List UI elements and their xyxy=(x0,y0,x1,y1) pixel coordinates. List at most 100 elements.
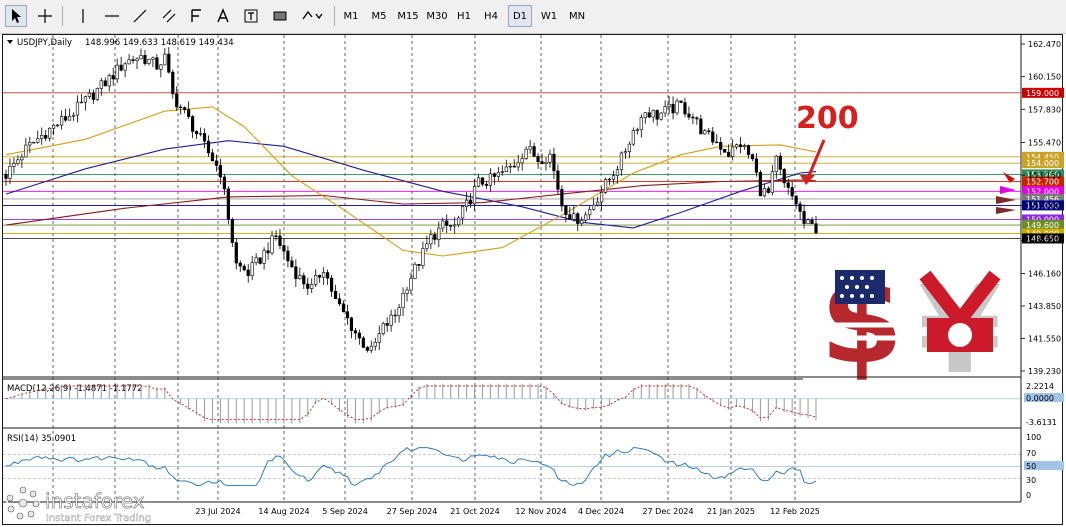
candle-body xyxy=(306,283,310,289)
candle-body xyxy=(345,311,350,319)
date-label: 14 Aug 2024 xyxy=(258,507,309,516)
candle-body xyxy=(476,177,481,187)
candle-body xyxy=(425,243,429,249)
candle-body xyxy=(67,116,72,121)
candle-body xyxy=(647,112,651,118)
candle-body xyxy=(278,235,282,246)
candle-body xyxy=(433,234,437,240)
candle-body xyxy=(24,144,28,158)
candle-body xyxy=(659,112,663,120)
candle-body xyxy=(715,141,719,144)
candle-body xyxy=(95,88,99,100)
candle-body xyxy=(786,182,790,188)
candle-body xyxy=(572,213,576,220)
candle-body xyxy=(508,165,512,168)
candle-body xyxy=(242,265,246,271)
candle-body xyxy=(36,138,40,143)
candle-body xyxy=(500,171,504,173)
candle-body xyxy=(742,145,747,147)
candle-body xyxy=(373,341,377,347)
rsi-tick-50: 50 xyxy=(1026,462,1036,471)
candle-body xyxy=(230,218,234,243)
candle-body xyxy=(175,93,179,108)
candle-body xyxy=(671,103,675,114)
candle-body xyxy=(762,188,766,197)
ohlc-header: 148.996 149.633 148.619 149.434 xyxy=(85,38,234,48)
candle-body xyxy=(607,178,612,181)
candle-body xyxy=(385,323,389,326)
candle-body xyxy=(44,135,48,139)
candle-body xyxy=(75,101,80,116)
macd-tick-top: 2.2214 xyxy=(1026,382,1054,391)
candle-body xyxy=(417,264,421,266)
candle-body xyxy=(20,156,24,161)
candle-body xyxy=(746,145,751,155)
candle-body xyxy=(457,217,461,226)
candle-body xyxy=(333,291,338,300)
candle-body xyxy=(266,250,270,254)
candle-body xyxy=(468,199,473,205)
candle-body xyxy=(401,293,405,309)
candle-body xyxy=(254,257,258,263)
watermark-brand: instaforex xyxy=(45,489,145,513)
price-tick-label: 143.850 xyxy=(1028,302,1061,311)
price-tick-label: 162.470 xyxy=(1028,40,1061,49)
candle-body xyxy=(520,158,524,164)
candle-body xyxy=(592,204,596,210)
candle-body xyxy=(310,284,314,289)
candle-body xyxy=(143,55,147,64)
candle-body xyxy=(163,53,167,66)
candle-body xyxy=(218,165,223,178)
candle-body xyxy=(294,266,298,280)
candle-body xyxy=(794,195,798,205)
candle-body xyxy=(429,234,433,245)
candle-body xyxy=(16,159,20,164)
candle-body xyxy=(191,116,195,132)
candle-body xyxy=(687,113,691,118)
candle-body xyxy=(135,58,139,62)
candle-body xyxy=(322,272,326,278)
date-label: 27 Sep 2024 xyxy=(387,507,438,516)
candle-body xyxy=(667,103,671,107)
candle-body xyxy=(202,133,207,142)
candle-body xyxy=(377,333,381,343)
candle-body xyxy=(79,101,84,104)
candle-body xyxy=(623,151,628,154)
candle-body xyxy=(262,250,266,264)
candle-body xyxy=(754,158,759,173)
level-label: 159.000 xyxy=(1026,89,1059,98)
candle-body xyxy=(286,250,290,262)
candle-body xyxy=(504,166,508,173)
candle-body xyxy=(464,199,469,207)
candle-body xyxy=(516,162,520,168)
candle-body xyxy=(298,275,302,280)
macd-tick-zero: 0.0000 xyxy=(1026,394,1054,403)
candle-body xyxy=(512,165,516,168)
candle-body xyxy=(48,127,52,139)
candle-body xyxy=(421,248,425,266)
watermark-tagline: Instant Forex Trading xyxy=(46,513,151,524)
price-tick-label: 146.160 xyxy=(1028,269,1061,278)
candle-body xyxy=(413,264,417,279)
candle-body xyxy=(707,130,711,133)
candle-body xyxy=(544,161,548,165)
candle-body xyxy=(699,118,703,135)
candle-body xyxy=(389,314,393,326)
chart-svg[interactable]: 159.000154.450154.000153.200152.700152.0… xyxy=(0,0,1066,527)
candle-body xyxy=(651,110,655,118)
candle-body xyxy=(552,153,556,172)
candle-body xyxy=(187,109,191,117)
candle-body xyxy=(63,116,68,121)
candle-body xyxy=(556,170,560,190)
candle-body xyxy=(532,146,536,157)
candle-body xyxy=(151,57,155,60)
candle-body xyxy=(655,110,659,120)
candle-body xyxy=(91,92,95,100)
candle-body xyxy=(758,172,763,197)
date-label: 27 Dec 2024 xyxy=(642,507,693,516)
candle-body xyxy=(226,188,230,220)
date-label: 21 Jan 2025 xyxy=(707,507,755,516)
candle-body xyxy=(139,55,143,60)
candle-body xyxy=(397,307,401,316)
candle-body xyxy=(210,152,215,162)
